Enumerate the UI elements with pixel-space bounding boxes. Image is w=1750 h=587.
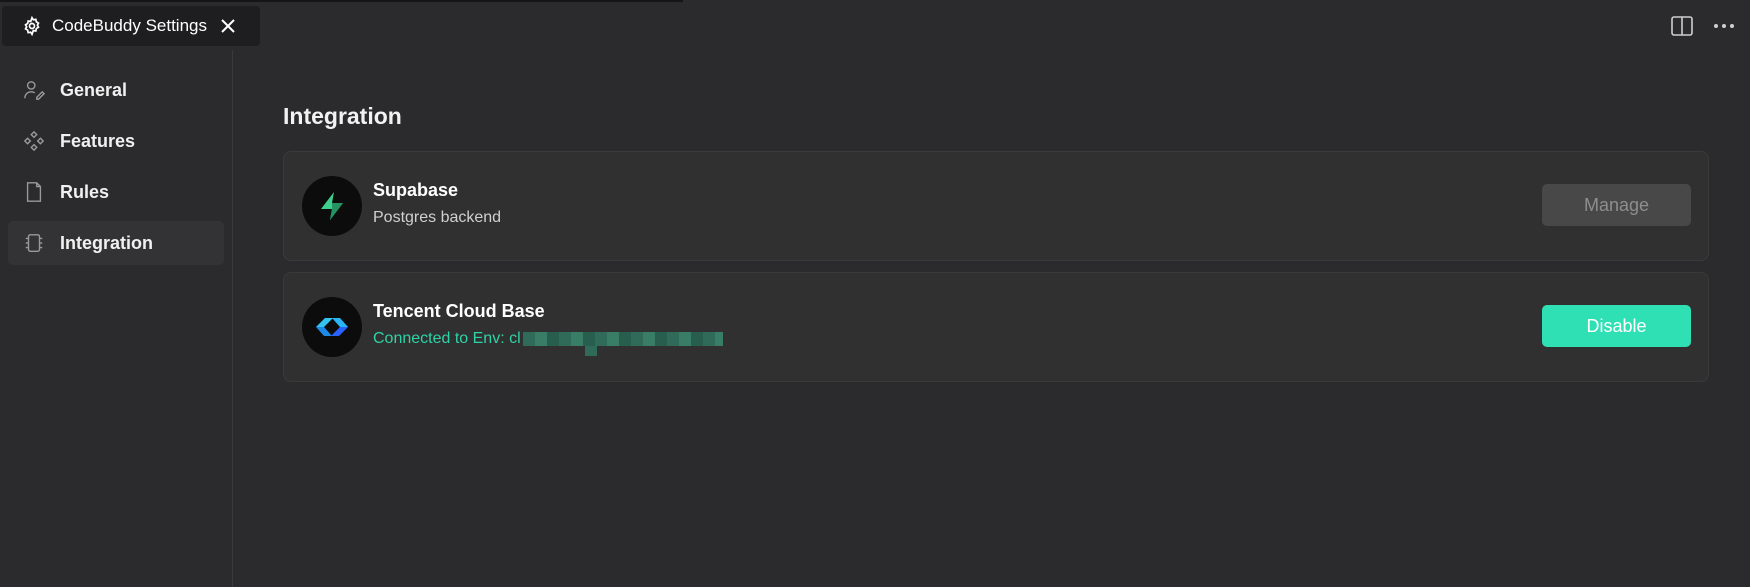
sidebar-item-label: Features [60,130,136,151]
sidebar-item-integration[interactable]: Integration [8,221,224,265]
integration-name: Supabase [373,180,459,200]
tencent-cloudbase-icon [302,297,362,357]
sidebar-item-label: General [60,79,128,100]
integration-description: Postgres backend [373,209,502,226]
connection-status: Connected to Env: cl [373,330,723,356]
settings-sidebar: General Features Rules Integration [0,50,233,587]
settings-tab[interactable]: CodeBuddy Settings [2,6,260,46]
integration-chip-icon [22,231,46,255]
integration-card-tencent-cloud-base: Tencent Cloud Base Connected to Env: cl … [283,272,1709,382]
tab-title: CodeBuddy Settings [52,16,207,35]
more-actions-icon[interactable] [1710,12,1738,40]
close-icon[interactable] [217,15,239,37]
connection-status-text: Connected to Env: cl [373,330,521,347]
redacted-env-id [522,331,723,356]
top-divider [0,0,683,2]
user-edit-icon [22,78,46,102]
main-content: Integration Supabase Postgres backend Ma… [283,50,1709,382]
disable-button[interactable]: Disable [1542,305,1691,347]
gear-icon [20,14,44,38]
title-bar: CodeBuddy Settings [0,0,1750,50]
supabase-bolt-icon [302,176,362,236]
sidebar-item-label: Integration [60,232,153,253]
split-editor-icon[interactable] [1668,12,1696,40]
manage-button[interactable]: Manage [1542,184,1691,226]
sidebar-item-rules[interactable]: Rules [8,170,224,214]
page-title: Integration [283,103,402,129]
document-icon [22,180,46,204]
sidebar-item-label: Rules [60,181,110,202]
features-diamonds-icon [22,129,46,153]
integration-card-supabase: Supabase Postgres backend Manage [283,151,1709,261]
sidebar-item-general[interactable]: General [8,68,224,112]
integration-name: Tencent Cloud Base [373,301,545,321]
sidebar-item-features[interactable]: Features [8,119,224,163]
